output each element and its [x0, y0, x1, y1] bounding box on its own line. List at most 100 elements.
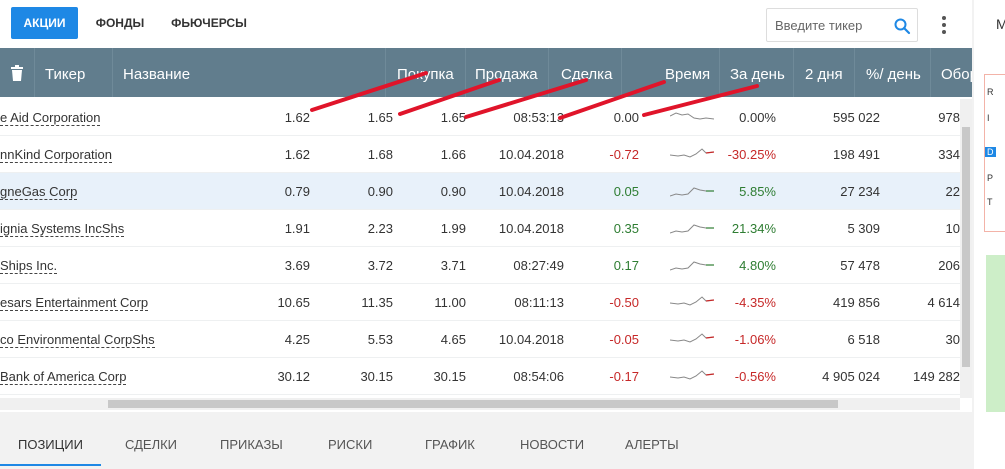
- table-row[interactable]: gneGas Corp 0.79 0.90 0.90 10.04.2018 0.05 5.8…: [0, 173, 960, 210]
- top-toolbar: АКЦИИ ФОНДЫ ФЬЮЧЕРСЫ: [0, 0, 972, 48]
- table-row[interactable]: esars Entertainment Corp 10.65 11.35 11.00 0…: [0, 284, 960, 321]
- cell-bid: 1.62: [284, 110, 310, 125]
- table-row[interactable]: Ships Inc. 3.69 3.72 3.71 08:27:49 0.17 4.80% 5…: [0, 247, 960, 284]
- cell-time: 08:53:13: [513, 110, 564, 125]
- tab-stocks[interactable]: АКЦИИ: [11, 7, 78, 39]
- tab-funds[interactable]: ФОНДЫ: [88, 7, 152, 39]
- instrument-name-link[interactable]: esars Entertainment Corp: [0, 296, 149, 311]
- horizontal-scrollbar-thumb[interactable]: [108, 400, 838, 408]
- tab-alerts[interactable]: АЛЕРТЫ: [625, 424, 679, 466]
- cell-time: 10.04.2018: [498, 147, 564, 162]
- cell-change: 0.00: [613, 110, 639, 125]
- header-pct-day[interactable]: %/ день: [866, 48, 921, 97]
- header-day-change[interactable]: За день: [730, 48, 785, 97]
- header-two-days[interactable]: 2 дня: [805, 48, 843, 97]
- cell-last: 4.65: [440, 332, 466, 347]
- cell-volume: 419 856: [833, 295, 880, 310]
- instrument-name-cell: esars Entertainment Corp: [0, 284, 149, 320]
- header-bid[interactable]: Покупка: [397, 48, 454, 97]
- cell-last: 1.99: [440, 221, 466, 236]
- instrument-name-link[interactable]: gneGas Corp: [0, 185, 78, 200]
- instrument-name-link[interactable]: co Environmental CorpShs: [0, 333, 155, 348]
- cell-bid: 1.91: [284, 221, 310, 236]
- cell-turnover: 22: [945, 184, 960, 199]
- cell-turnover: 334: [938, 147, 960, 162]
- vertical-scrollbar[interactable]: [960, 99, 972, 398]
- cell-change: -0.72: [609, 147, 639, 162]
- cell-bid: 3.69: [284, 258, 310, 273]
- header-last[interactable]: Сделка: [561, 48, 612, 97]
- cell-volume: 27 234: [840, 184, 880, 199]
- adjacent-panel-letter: D: [985, 147, 996, 157]
- cell-ask: 1.68: [367, 147, 393, 162]
- sparkline-chart: [670, 224, 714, 234]
- header-time[interactable]: Время: [665, 48, 710, 97]
- header-separator: [465, 48, 466, 97]
- cell-last: 0.90: [440, 184, 466, 199]
- header-separator: [621, 48, 622, 97]
- cell-ask: 11.35: [361, 295, 393, 310]
- table-row[interactable]: Bank of America Corp 30.12 30.15 30.15 08:54…: [0, 358, 960, 395]
- sparkline-tail: [705, 299, 714, 302]
- trading-app: АКЦИИ ФОНДЫ ФЬЮЧЕРСЫ Введите тикер Тикер…: [0, 0, 1005, 469]
- instrument-name-link[interactable]: e Aid Corporation: [0, 111, 101, 126]
- table-row[interactable]: e Aid Corporation 1.62 1.65 1.65 08:53:13 0.0…: [0, 99, 960, 136]
- sparkline-path: [670, 187, 714, 197]
- cell-pct: 4.80%: [739, 258, 776, 273]
- cell-volume: 4 905 024: [822, 369, 880, 384]
- cell-turnover: 10: [945, 221, 960, 236]
- cell-last: 1.66: [440, 147, 466, 162]
- instrument-name-cell: gneGas Corp: [0, 173, 78, 209]
- adjacent-panel-letter: T: [987, 197, 993, 207]
- adjacent-panel-letter: P: [987, 173, 994, 183]
- cell-pct: 21.34%: [731, 221, 776, 236]
- sparkline-chart: [670, 333, 714, 343]
- cell-volume: 57 478: [840, 258, 880, 273]
- cell-bid: 30.12: [277, 369, 310, 384]
- cell-change: 0.17: [613, 258, 639, 273]
- cell-change: -0.05: [609, 332, 639, 347]
- header-ask[interactable]: Продажа: [475, 48, 538, 97]
- cell-turnover: 149 282: [913, 369, 960, 384]
- instrument-name-link[interactable]: nnKind Corporation: [0, 148, 113, 163]
- cell-volume: 5 309: [847, 221, 880, 236]
- sparkline-path: [670, 261, 714, 271]
- instrument-name-cell: e Aid Corporation: [0, 99, 101, 135]
- sparkline-path: [670, 112, 714, 120]
- header-separator: [930, 48, 931, 97]
- header-name[interactable]: Название: [123, 48, 190, 97]
- cell-change: 0.35: [613, 221, 639, 236]
- cell-ask: 5.53: [367, 332, 393, 347]
- ticker-search-input[interactable]: [775, 15, 887, 35]
- cell-change: -0.50: [609, 295, 639, 310]
- cell-pct: -1.06%: [734, 332, 776, 347]
- header-separator: [793, 48, 794, 97]
- sparkline-path: [670, 224, 714, 234]
- header-turnover[interactable]: Оборо: [941, 48, 972, 97]
- tab-orders[interactable]: ПРИКАЗЫ: [220, 424, 283, 466]
- search-icon[interactable]: [893, 17, 911, 35]
- cell-time: 10.04.2018: [498, 221, 564, 236]
- header-separator: [719, 48, 720, 97]
- table-row[interactable]: nnKind Corporation 1.62 1.68 1.66 10.04.2018…: [0, 136, 960, 173]
- more-vertical-icon[interactable]: [936, 14, 952, 36]
- cell-time: 10.04.2018: [498, 332, 564, 347]
- header-separator: [385, 48, 386, 97]
- instrument-name-link[interactable]: Bank of America Corp: [0, 370, 127, 385]
- vertical-scrollbar-thumb[interactable]: [962, 127, 970, 367]
- tab-trades[interactable]: СДЕЛКИ: [125, 424, 177, 466]
- instrument-name-link[interactable]: ignia Systems IncShs: [0, 222, 125, 237]
- tab-news[interactable]: НОВОСТИ: [520, 424, 584, 466]
- header-ticker[interactable]: Тикер: [45, 48, 85, 97]
- tab-positions[interactable]: ПОЗИЦИИ: [0, 424, 101, 466]
- instrument-name-link[interactable]: Ships Inc.: [0, 259, 58, 274]
- cell-ask: 1.65: [367, 110, 393, 125]
- horizontal-scrollbar[interactable]: [0, 398, 960, 410]
- tab-chart[interactable]: ГРАФИК: [425, 424, 475, 466]
- table-row[interactable]: co Environmental CorpShs 4.25 5.53 4.65 10.0…: [0, 321, 960, 358]
- tab-risks[interactable]: РИСКИ: [328, 424, 372, 466]
- table-row[interactable]: ignia Systems IncShs 1.91 2.23 1.99 10.04.20…: [0, 210, 960, 247]
- cell-volume: 198 491: [833, 147, 880, 162]
- tab-futures[interactable]: ФЬЮЧЕРСЫ: [166, 7, 252, 39]
- trash-icon[interactable]: [10, 65, 24, 81]
